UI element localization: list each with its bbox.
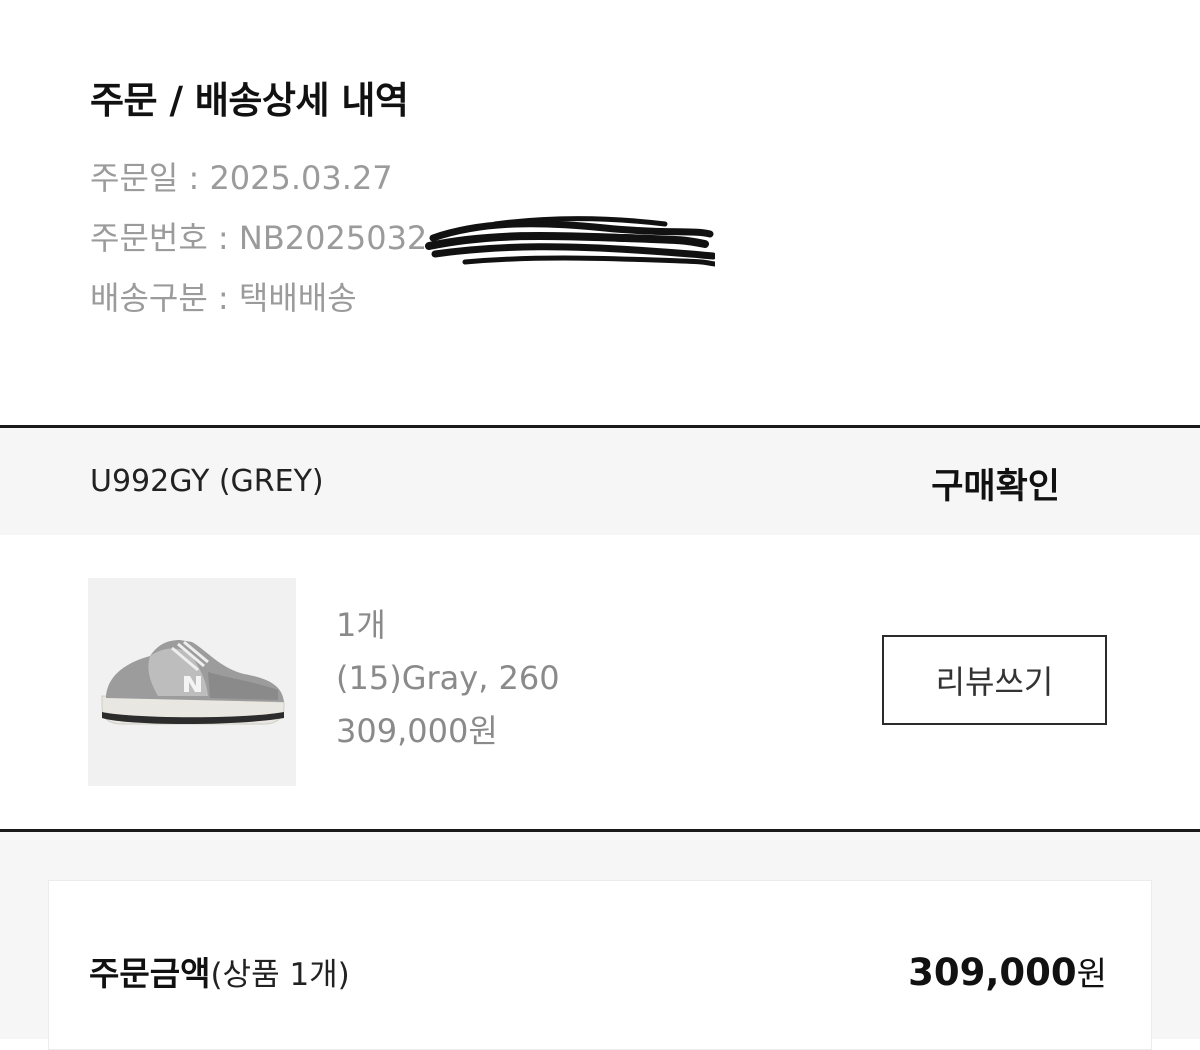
order-total-card: 주문금액(상품 1개) 309,000원 [48,880,1152,1050]
order-date: 주문일 : 2025.03.27 [90,159,393,197]
page-title: 주문 / 배송상세 내역 [90,79,409,122]
order-header: 주문 / 배송상세 내역 주문일 : 2025.03.27 주문번호 : NB2… [90,78,1110,338]
product-name: U992GY (GREY) [90,464,324,499]
order-total-number: 309,000 [908,951,1077,994]
product-details: 1개 (15)Gray, 260 309,000원 [336,605,560,764]
shipping-type: 배송구분 : 택배배송 [90,279,357,317]
order-number-row: 주문번호 : NB2025032 [90,216,1110,267]
product-thumbnail[interactable] [88,578,296,786]
item-body: 1개 (15)Gray, 260 309,000원 리뷰쓰기 [0,535,1200,829]
order-total-title: 주문금액 [89,954,211,993]
redaction-scribble [425,216,715,267]
purchase-status: 구매확인 [931,467,1060,507]
sneaker-icon [101,640,285,725]
product-option: (15)Gray, 260 [336,659,560,697]
order-total-label: 주문금액(상품 1개) [89,947,350,995]
order-total-count: (상품 1개) [210,957,350,993]
write-review-button[interactable]: 리뷰쓰기 [882,635,1107,725]
item-header: U992GY (GREY) 구매확인 [0,428,1200,535]
order-total-amount: 309,000원 [908,947,1107,995]
product-price: 309,000원 [336,712,498,750]
order-total-currency: 원 [1076,954,1107,993]
order-number: 주문번호 : NB2025032 [90,219,428,257]
product-quantity: 1개 [336,606,386,644]
